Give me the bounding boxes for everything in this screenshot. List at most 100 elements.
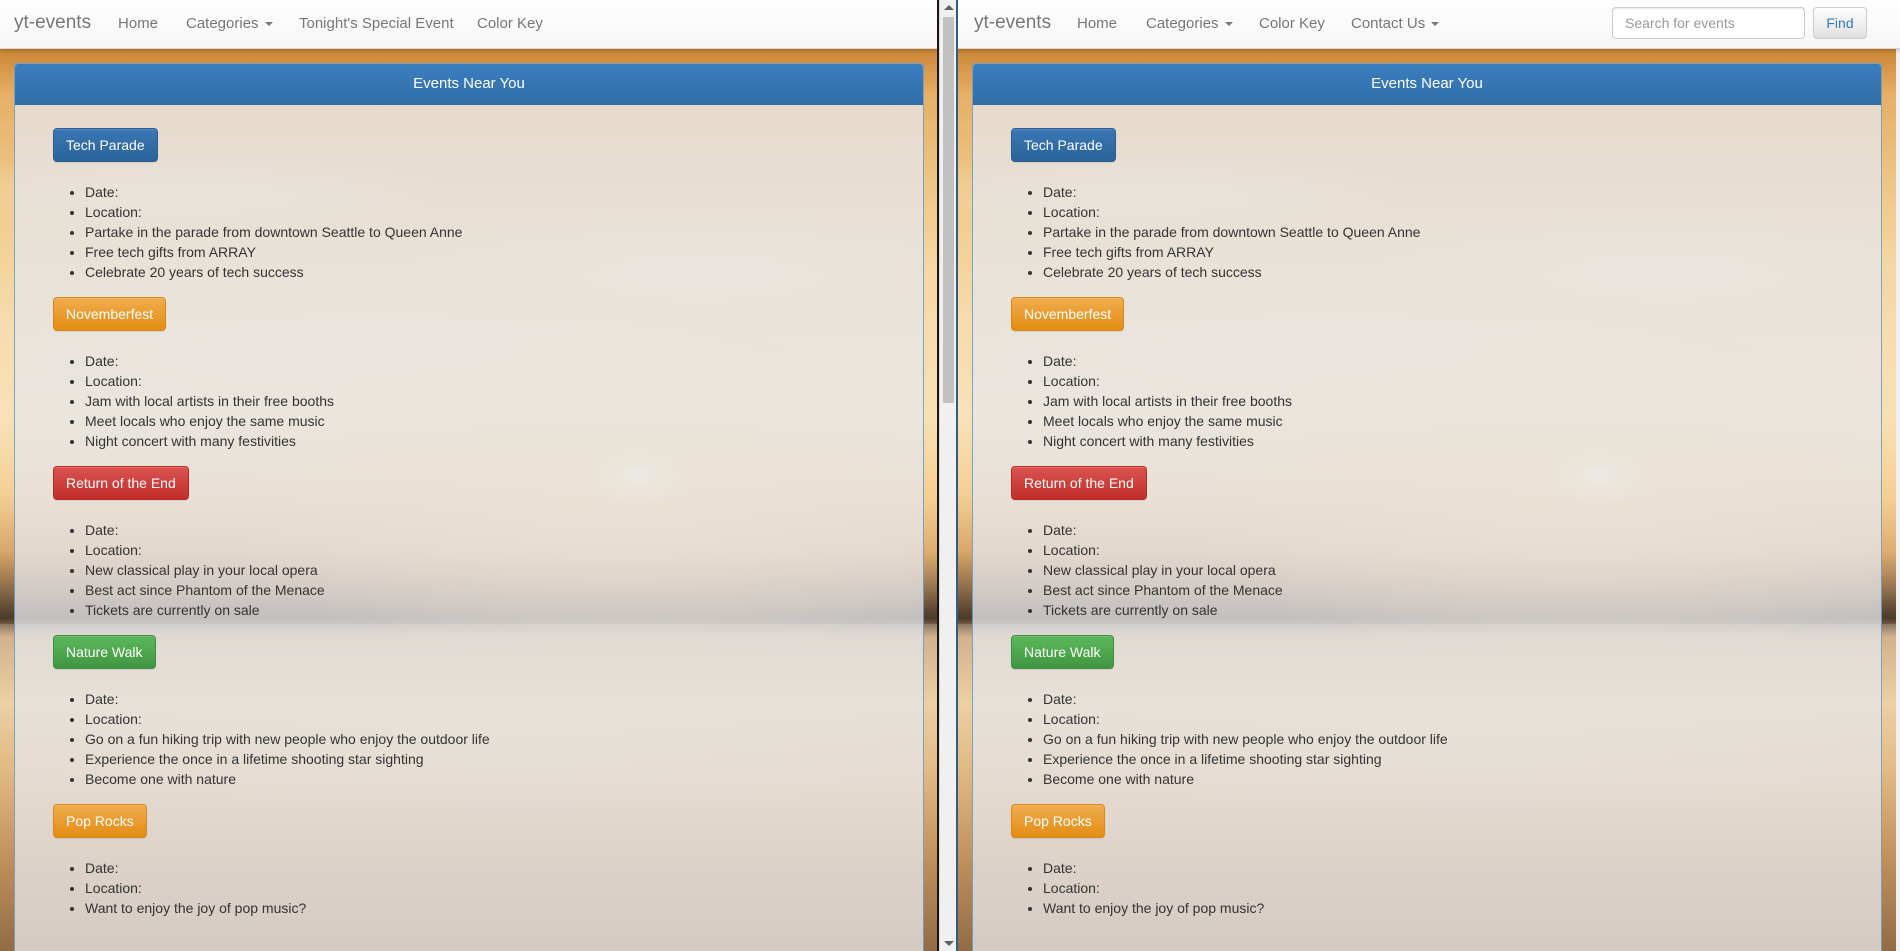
find-button[interactable]: Find (1813, 7, 1867, 39)
events-panel: Events Near You Tech Parade Date: Locati… (972, 63, 1882, 951)
event-button-novemberfest[interactable]: Novemberfest (53, 297, 167, 331)
event-detail: Free tech gifts from ARRAY (1043, 242, 1843, 262)
event-button-pop-rocks[interactable]: Pop Rocks (1011, 804, 1105, 838)
event-detail: Go on a fun hiking trip with new people … (1043, 729, 1843, 749)
event-details: Date: Location: Jam with local artists i… (53, 351, 885, 451)
event-detail: Date: (85, 689, 885, 709)
event-detail: Become one with nature (1043, 769, 1843, 789)
event-detail: Date: (85, 858, 885, 878)
nav-home-link[interactable]: Home (1077, 15, 1117, 32)
event-detail: Location: (85, 878, 885, 898)
event-item: Pop Rocks Date: Location: Want to enjoy … (1011, 804, 1843, 918)
nav-special-event-link[interactable]: Tonight's Special Event (299, 15, 454, 32)
event-button-tech-parade[interactable]: Tech Parade (1011, 128, 1116, 162)
event-details: Date: Location: New classical play in yo… (53, 520, 885, 620)
event-detail: Become one with nature (85, 769, 885, 789)
event-details: Date: Location: New classical play in yo… (1011, 520, 1843, 620)
brand-link[interactable]: yt-events (14, 12, 91, 34)
event-detail: Jam with local artists in their free boo… (1043, 391, 1843, 411)
nav-contact-us-dropdown[interactable]: Contact Us (1351, 15, 1440, 32)
events-list: Tech Parade Date: Location: Partake in t… (973, 105, 1881, 918)
event-detail: Celebrate 20 years of tech success (85, 262, 885, 282)
event-detail: Best act since Phantom of the Menace (1043, 580, 1843, 600)
event-button-return-of-the-end[interactable]: Return of the End (53, 466, 189, 500)
event-detail: Date: (1043, 182, 1843, 202)
event-detail: Location: (1043, 878, 1843, 898)
caret-down-icon (1224, 22, 1233, 27)
event-detail: Meet locals who enjoy the same music (85, 411, 885, 431)
caret-down-icon (264, 22, 273, 27)
event-detail: Partake in the parade from downtown Seat… (85, 222, 885, 242)
event-detail: Best act since Phantom of the Menace (85, 580, 885, 600)
event-detail: Night concert with many festivities (85, 431, 885, 451)
event-detail: New classical play in your local opera (85, 560, 885, 580)
nav-categories-dropdown[interactable]: Categories (1146, 15, 1233, 32)
panel-title: Events Near You (973, 64, 1881, 105)
search-input[interactable] (1612, 7, 1805, 39)
event-detail: Location: (85, 371, 885, 391)
event-detail: New classical play in your local opera (1043, 560, 1843, 580)
scroll-down-arrow-icon[interactable] (944, 941, 954, 946)
navbar: yt-events Home Categories Tonight's Spec… (0, 0, 937, 49)
screen: yt-events Home Categories Tonight's Spec… (0, 0, 1900, 951)
event-details: Date: Location: Go on a fun hiking trip … (1011, 689, 1843, 789)
event-detail: Location: (1043, 371, 1843, 391)
event-detail: Partake in the parade from downtown Seat… (1043, 222, 1843, 242)
event-item: Novemberfest Date: Location: Jam with lo… (1011, 297, 1843, 451)
event-detail: Date: (85, 520, 885, 540)
event-detail: Location: (85, 202, 885, 222)
event-detail: Date: (1043, 351, 1843, 371)
event-item: Return of the End Date: Location: New cl… (53, 466, 885, 620)
nav-categories-dropdown[interactable]: Categories (186, 15, 273, 32)
event-detail: Free tech gifts from ARRAY (85, 242, 885, 262)
event-detail: Meet locals who enjoy the same music (1043, 411, 1843, 431)
event-item: Novemberfest Date: Location: Jam with lo… (53, 297, 885, 451)
event-details: Date: Location: Jam with local artists i… (1011, 351, 1843, 451)
brand-link[interactable]: yt-events (974, 12, 1051, 34)
event-detail: Date: (1043, 858, 1843, 878)
event-button-nature-walk[interactable]: Nature Walk (1011, 635, 1114, 669)
event-detail: Tickets are currently on sale (1043, 600, 1843, 620)
caret-down-icon (1431, 22, 1440, 27)
event-button-pop-rocks[interactable]: Pop Rocks (53, 804, 147, 838)
nav-color-key-link[interactable]: Color Key (477, 15, 543, 32)
event-detail: Night concert with many festivities (1043, 431, 1843, 451)
scrollbar-thumb[interactable] (943, 17, 954, 403)
event-detail: Experience the once in a lifetime shooti… (85, 749, 885, 769)
nav-categories-label: Categories (186, 15, 259, 32)
event-detail: Jam with local artists in their free boo… (85, 391, 885, 411)
vertical-scrollbar[interactable] (939, 0, 957, 951)
nav-color-key-link[interactable]: Color Key (1259, 15, 1325, 32)
nav-contact-us-label: Contact Us (1351, 15, 1426, 32)
event-detail: Location: (1043, 709, 1843, 729)
event-item: Nature Walk Date: Location: Go on a fun … (53, 635, 885, 789)
nav-categories-label: Categories (1146, 15, 1219, 32)
event-details: Date: Location: Partake in the parade fr… (53, 182, 885, 282)
event-details: Date: Location: Partake in the parade fr… (1011, 182, 1843, 282)
event-detail: Celebrate 20 years of tech success (1043, 262, 1843, 282)
event-button-novemberfest[interactable]: Novemberfest (1011, 297, 1125, 331)
event-detail: Go on a fun hiking trip with new people … (85, 729, 885, 749)
scroll-up-arrow-icon[interactable] (944, 5, 954, 10)
events-list: Tech Parade Date: Location: Partake in t… (15, 105, 923, 918)
event-button-return-of-the-end[interactable]: Return of the End (1011, 466, 1147, 500)
event-item: Nature Walk Date: Location: Go on a fun … (1011, 635, 1843, 789)
nav-home-link[interactable]: Home (118, 15, 158, 32)
event-detail: Date: (1043, 689, 1843, 709)
event-detail: Want to enjoy the joy of pop music? (85, 898, 885, 918)
event-details: Date: Location: Want to enjoy the joy of… (53, 858, 885, 918)
event-detail: Date: (85, 351, 885, 371)
event-button-nature-walk[interactable]: Nature Walk (53, 635, 156, 669)
event-item: Pop Rocks Date: Location: Want to enjoy … (53, 804, 885, 918)
event-button-tech-parade[interactable]: Tech Parade (53, 128, 158, 162)
event-detail: Experience the once in a lifetime shooti… (1043, 749, 1843, 769)
events-panel: Events Near You Tech Parade Date: Locati… (14, 63, 924, 951)
event-detail: Tickets are currently on sale (85, 600, 885, 620)
event-detail: Date: (1043, 520, 1843, 540)
event-detail: Location: (85, 540, 885, 560)
left-browser-window: yt-events Home Categories Tonight's Spec… (0, 0, 937, 951)
event-detail: Location: (1043, 540, 1843, 560)
event-detail: Location: (1043, 202, 1843, 222)
event-detail: Location: (85, 709, 885, 729)
event-details: Date: Location: Go on a fun hiking trip … (53, 689, 885, 789)
